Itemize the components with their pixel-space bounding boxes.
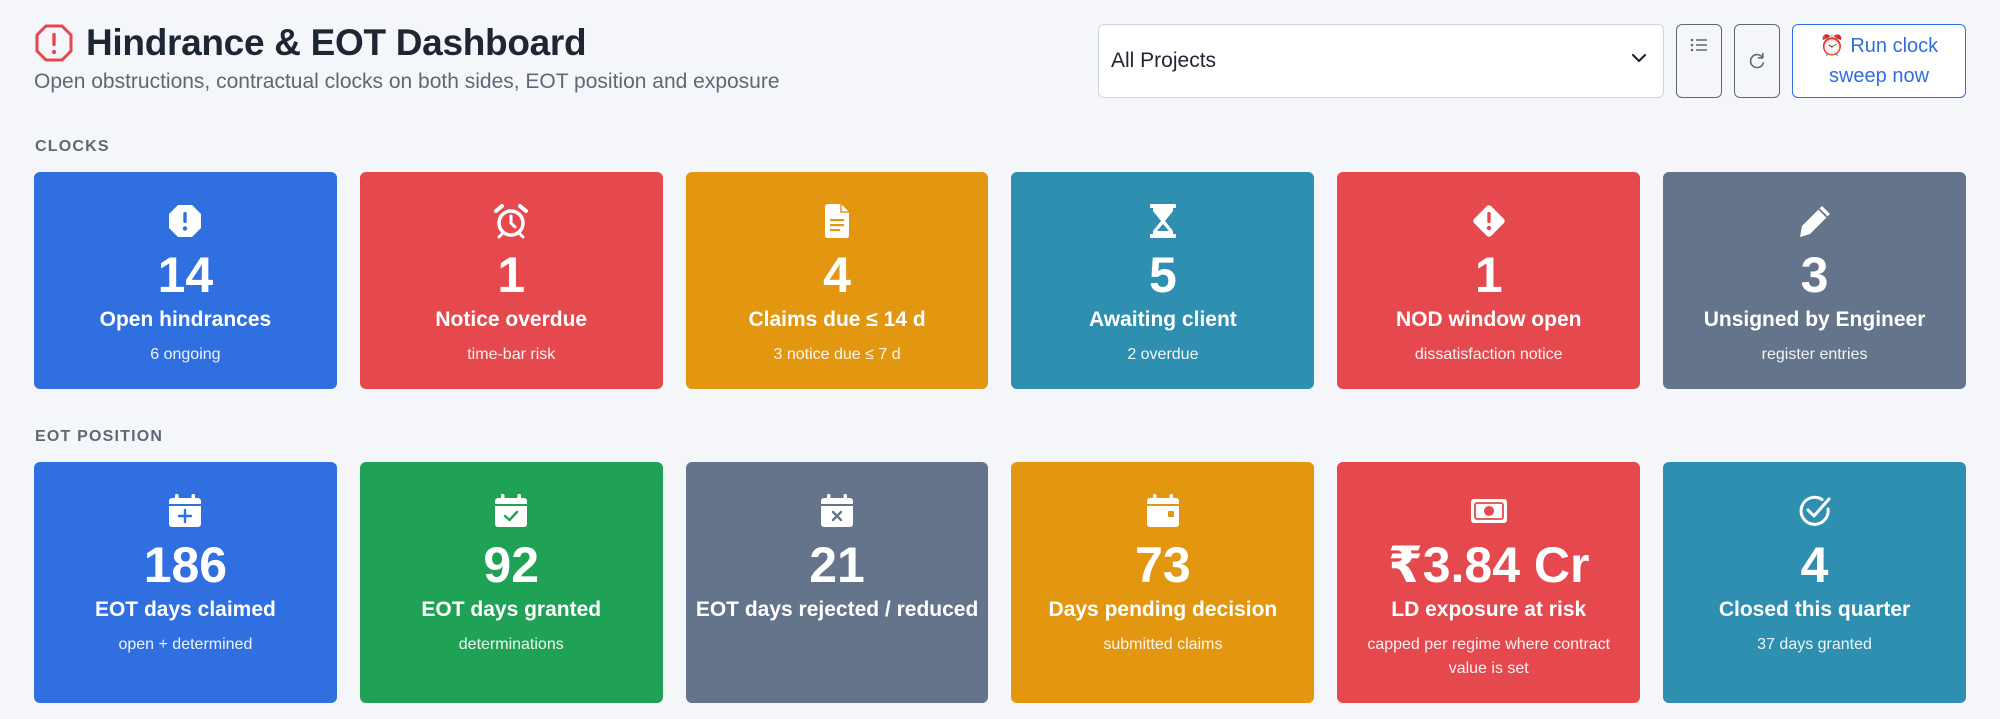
card-value: 4 — [1800, 537, 1829, 593]
card-subtext: determinations — [458, 636, 564, 653]
calendar-plus-icon — [167, 492, 203, 530]
hourglass-icon — [1148, 202, 1178, 240]
card-subtext: 3 notice due ≤ 7 d — [773, 346, 901, 363]
card-value: 14 — [157, 247, 214, 303]
card-subtext: register entries — [1761, 346, 1868, 363]
run-button-line1: ⏰ Run clock — [1819, 35, 1939, 57]
chevron-down-icon — [1629, 48, 1649, 74]
card-value: 92 — [483, 537, 540, 593]
card-subtext: 2 overdue — [1127, 346, 1199, 363]
card-subtext: submitted claims — [1103, 636, 1223, 653]
toolbar: All Projects ⏰ Run clock sweep now — [1098, 24, 1966, 98]
card-label: EOT days claimed — [94, 598, 276, 621]
cash-icon — [1470, 492, 1508, 530]
card-subtext: 6 ongoing — [150, 346, 221, 363]
clock-card[interactable]: 14 Open hindrances 6 ongoing — [34, 172, 337, 389]
card-subtext: dissatisfaction notice — [1414, 346, 1563, 363]
eot-card[interactable]: ₹3.84 Cr LD exposure at risk capped per re… — [1337, 462, 1641, 703]
calendar-icon — [1145, 492, 1181, 530]
card-label: Closed this quarter — [1718, 598, 1911, 621]
card-value: 73 — [1135, 537, 1191, 593]
eot-card[interactable]: 21 EOT days rejected / reduced — [685, 462, 989, 703]
card-label: Claims due ≤ 14 d — [748, 308, 926, 331]
clock-card[interactable]: 3 Unsigned by Engineer register entries — [1663, 172, 1966, 389]
alarm-clock-icon — [493, 202, 529, 240]
eot-cards: 186 EOT days claimed open + determined 92 EO… — [34, 462, 1966, 703]
card-label: Open hindrances — [99, 308, 272, 331]
page-title: Hindrance & EOT Dashboard — [86, 22, 587, 63]
clock-card[interactable]: 1 NOD window open dissatisfaction notice — [1337, 172, 1641, 389]
card-label: Notice overdue — [435, 308, 588, 331]
clock-cards: 14 Open hindrances 6 ongoing 1 Notice overdu… — [34, 172, 1966, 389]
document-icon — [822, 202, 852, 240]
pen-icon — [1797, 202, 1833, 240]
eot-card[interactable]: 4 Closed this quarter 37 days granted — [1663, 462, 1966, 703]
project-select-value: All Projects — [1111, 49, 1217, 72]
card-value: 21 — [809, 537, 865, 593]
card-label: EOT days rejected / reduced — [695, 598, 979, 621]
card-subtext: capped per regime where contract value i… — [1367, 636, 1611, 677]
card-value: 1 — [497, 247, 526, 303]
card-subtext: 37 days granted — [1757, 636, 1872, 653]
card-subtext: time-bar risk — [467, 346, 556, 363]
card-value: 1 — [1474, 247, 1503, 303]
calendar-x-icon — [819, 492, 855, 530]
alert-octagon-icon — [167, 202, 203, 240]
section-label-eot: EOT POSITION — [35, 428, 164, 445]
eot-card[interactable]: 186 EOT days claimed open + determined — [34, 462, 337, 703]
run-clock-sweep-button[interactable]: ⏰ Run clock sweep now — [1792, 24, 1966, 98]
card-label: Awaiting client — [1088, 308, 1237, 331]
eot-card[interactable]: 92 EOT days granted determinations — [359, 462, 663, 703]
card-value: ₹3.84 Cr — [1387, 537, 1590, 593]
run-button-line2: sweep now — [1828, 65, 1930, 87]
calendar-check-icon — [493, 492, 529, 530]
list-icon — [1689, 37, 1709, 97]
alert-diamond-icon — [1470, 202, 1508, 240]
card-value: 186 — [143, 537, 228, 593]
refresh-icon — [1747, 51, 1767, 97]
card-value: 4 — [823, 247, 851, 303]
card-subtext: open + determined — [118, 636, 253, 653]
list-view-button[interactable] — [1676, 24, 1722, 98]
clock-card[interactable]: 4 Claims due ≤ 14 d 3 notice due ≤ 7 d — [685, 172, 989, 389]
card-value: 5 — [1148, 247, 1177, 303]
card-label: Days pending decision — [1048, 598, 1278, 621]
eot-card[interactable]: 73 Days pending decision submitted claims — [1011, 462, 1315, 703]
clock-card[interactable]: 1 Notice overdue time-bar risk — [359, 172, 663, 389]
card-label: Unsigned by Engineer — [1703, 308, 1926, 331]
card-value: 3 — [1800, 247, 1829, 303]
card-label: EOT days granted — [421, 598, 602, 621]
check-circle-icon — [1797, 492, 1833, 530]
card-label: LD exposure at risk — [1391, 598, 1587, 621]
card-label: NOD window open — [1395, 308, 1582, 331]
refresh-button[interactable] — [1734, 24, 1780, 98]
section-label-clocks: CLOCKS — [35, 138, 110, 155]
project-select[interactable]: All Projects — [1098, 24, 1664, 98]
clock-card[interactable]: 5 Awaiting client 2 overdue — [1011, 172, 1315, 389]
alert-octagon-icon — [34, 23, 74, 63]
